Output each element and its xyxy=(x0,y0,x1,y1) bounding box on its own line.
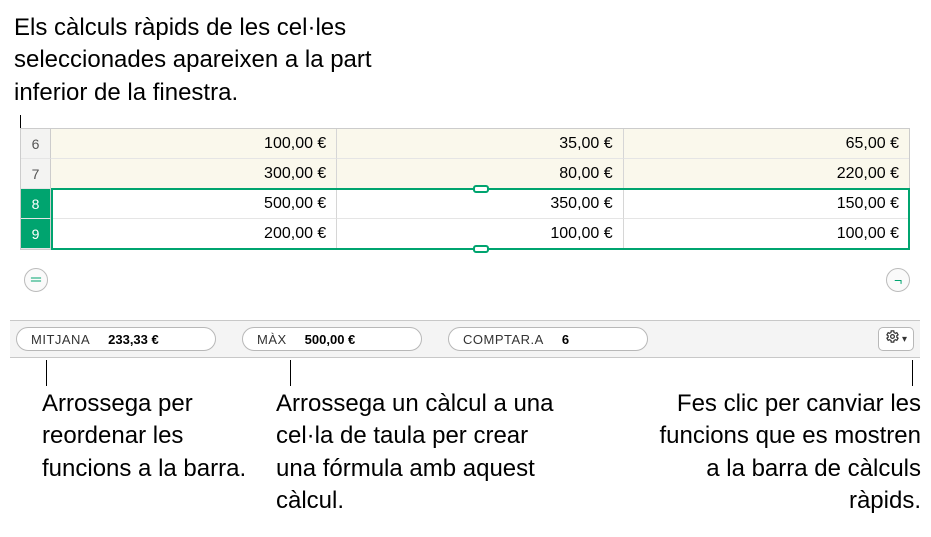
cell[interactable]: 300,00 € xyxy=(51,159,337,189)
quick-calc-value: 233,33 € xyxy=(108,332,159,347)
gear-icon xyxy=(885,329,900,349)
callout-right-line xyxy=(912,360,913,386)
quick-calc-name: MÀX xyxy=(257,332,287,347)
table-row[interactable]: 7 300,00 € 80,00 € 220,00 € xyxy=(21,159,909,189)
quick-calc-settings-button[interactable]: ▾ xyxy=(878,327,914,351)
row-header[interactable]: 6 xyxy=(21,129,51,159)
quick-calc-bar: MITJANA 233,33 € MÀX 500,00 € COMPTAR.A … xyxy=(10,320,920,358)
equals-button[interactable]: ＝ xyxy=(24,268,48,292)
row-header[interactable]: 9 xyxy=(21,219,51,249)
callout-left: Arrossega per reordenar les funcions a l… xyxy=(42,388,252,485)
callout-middle-line xyxy=(290,360,291,386)
table-row[interactable]: 9 200,00 € 100,00 € 100,00 € xyxy=(21,219,909,249)
row-header[interactable]: 8 xyxy=(21,189,51,219)
cell[interactable]: 100,00 € xyxy=(337,219,623,249)
quick-calc-pill-max[interactable]: MÀX 500,00 € xyxy=(242,327,422,351)
cell[interactable]: 80,00 € xyxy=(337,159,623,189)
chevron-down-icon: ▾ xyxy=(902,334,907,345)
callout-right: Fes clic per canviar les funcions que es… xyxy=(646,388,921,518)
quick-calc-pill-comptara[interactable]: COMPTAR.A 6 xyxy=(448,327,648,351)
callout-top: Els càlculs ràpids de les cel·les selecc… xyxy=(14,12,444,109)
cell[interactable]: 220,00 € xyxy=(624,159,909,189)
cell[interactable]: 100,00 € xyxy=(51,129,337,159)
row-header[interactable]: 7 xyxy=(21,159,51,189)
resize-corner-button[interactable]: ⌐ xyxy=(886,268,910,292)
spreadsheet-table: 6 100,00 € 35,00 € 65,00 € 7 300,00 € 80… xyxy=(20,128,910,250)
table-row[interactable]: 6 100,00 € 35,00 € 65,00 € xyxy=(21,129,909,159)
cell[interactable]: 350,00 € xyxy=(337,189,623,219)
quick-calc-name: MITJANA xyxy=(31,332,90,347)
cell[interactable]: 100,00 € xyxy=(624,219,909,249)
callout-middle: Arrossega un càlcul a una cel·la de taul… xyxy=(276,388,556,518)
callout-top-line xyxy=(20,115,21,129)
cell[interactable]: 35,00 € xyxy=(337,129,623,159)
callout-left-line xyxy=(46,360,47,386)
table-row[interactable]: 8 500,00 € 350,00 € 150,00 € xyxy=(21,189,909,219)
quick-calc-value: 6 xyxy=(562,332,569,347)
cell[interactable]: 200,00 € xyxy=(51,219,337,249)
cell[interactable]: 500,00 € xyxy=(51,189,337,219)
cell[interactable]: 150,00 € xyxy=(624,189,909,219)
quick-calc-value: 500,00 € xyxy=(305,332,356,347)
quick-calc-name: COMPTAR.A xyxy=(463,332,544,347)
quick-calc-pill-mitjana[interactable]: MITJANA 233,33 € xyxy=(16,327,216,351)
cell[interactable]: 65,00 € xyxy=(624,129,909,159)
